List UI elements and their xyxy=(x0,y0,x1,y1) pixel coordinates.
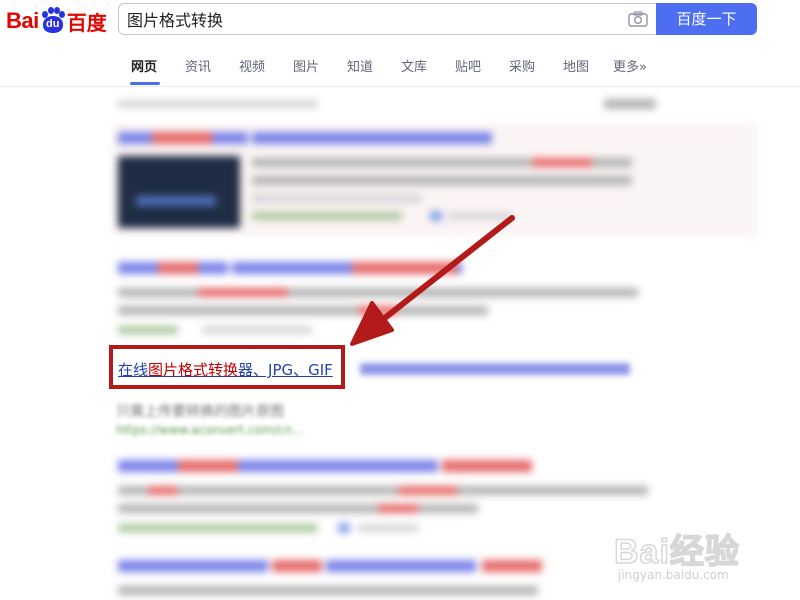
tab-tieba[interactable]: 贴吧 xyxy=(455,56,481,75)
tab-wenku[interactable]: 文库 xyxy=(401,56,427,75)
tab-web[interactable]: 网页 xyxy=(131,56,157,75)
tab-zhidao[interactable]: 知道 xyxy=(347,56,373,75)
search-button[interactable]: 百度一下 xyxy=(656,3,757,35)
search-result[interactable] xyxy=(112,554,657,600)
watermark-brand: Bai经验 xyxy=(613,532,740,572)
search-result-ad[interactable] xyxy=(112,124,757,236)
baidu-logo[interactable]: Bai du 百度 xyxy=(6,4,110,38)
tab-map[interactable]: 地图 xyxy=(563,56,589,75)
baidu-jingyan-watermark: Bai经验 jingyan.baidu.com xyxy=(612,512,792,592)
tab-video[interactable]: 视频 xyxy=(239,56,265,75)
header: Bai du 百度 百度一下 xyxy=(0,0,800,44)
active-tab-indicator xyxy=(130,82,160,85)
title-tail-blurred xyxy=(360,363,630,375)
paw-icon: du xyxy=(40,7,66,35)
result-count-line xyxy=(118,98,658,112)
logo-paw-text: du xyxy=(42,16,63,33)
logo-latin-text: Bai xyxy=(6,8,39,33)
camera-icon[interactable] xyxy=(628,11,648,27)
tab-news[interactable]: 资讯 xyxy=(185,56,211,75)
search-result[interactable] xyxy=(112,454,657,544)
search-box[interactable] xyxy=(118,3,656,35)
watermark-domain: jingyan.baidu.com xyxy=(618,568,729,582)
tab-more[interactable]: 更多» xyxy=(613,56,647,75)
annotation-highlight-box xyxy=(109,345,345,389)
tab-images[interactable]: 图片 xyxy=(293,56,319,75)
search-input[interactable] xyxy=(127,4,617,34)
tab-purchase[interactable]: 采购 xyxy=(509,56,535,75)
result-snippet: 只需上传要转换的图片原图 xyxy=(116,404,284,420)
baidu-search-results-page: Bai du 百度 百度一下 网页 资讯 视频 图片 知道 文库 xyxy=(0,0,800,600)
search-result[interactable] xyxy=(112,256,657,348)
result-url[interactable]: https://www.aconvert.com/cn... xyxy=(116,423,303,437)
search-category-tabs: 网页 资讯 视频 图片 知道 文库 贴吧 采购 地图 更多» xyxy=(0,44,800,87)
logo-chinese-text: 百度 xyxy=(66,12,107,35)
